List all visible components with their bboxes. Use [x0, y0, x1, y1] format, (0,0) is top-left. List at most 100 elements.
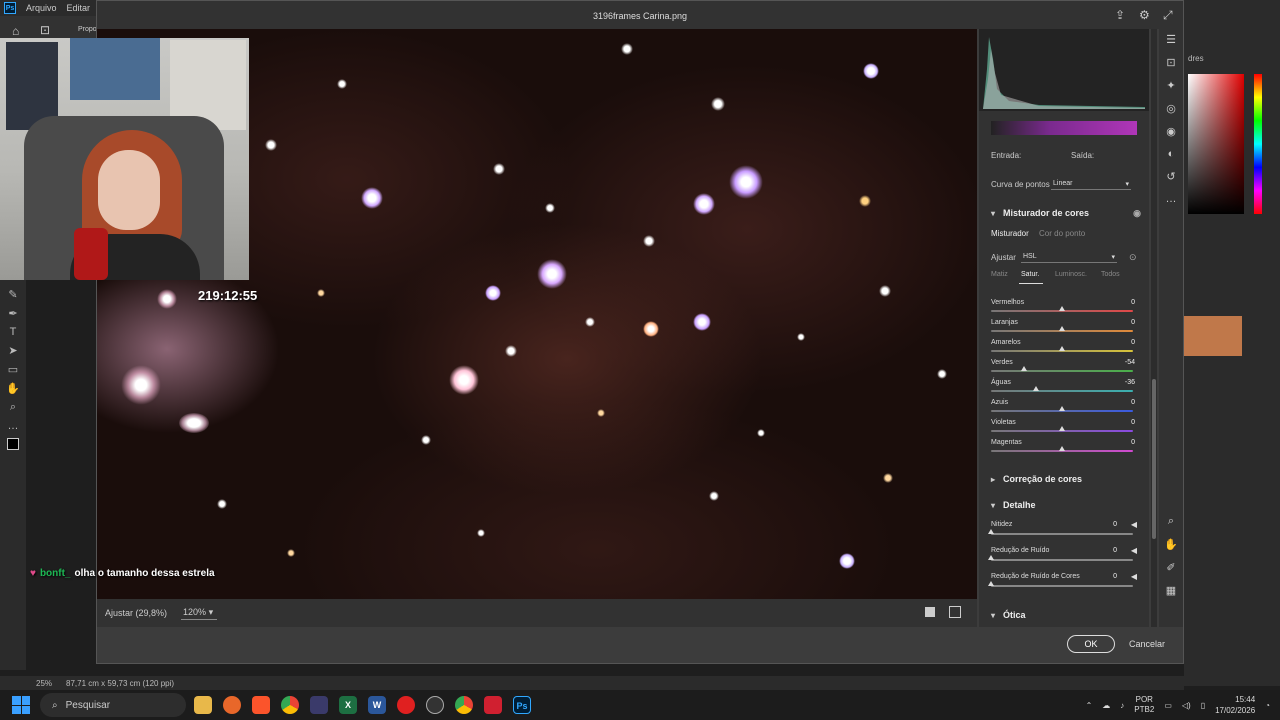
brush-icon[interactable]: ✎: [8, 288, 17, 301]
slider-track[interactable]: [991, 370, 1133, 372]
detail-slider-value[interactable]: 0: [1091, 521, 1117, 528]
language-indicator[interactable]: POR PTB2: [1134, 695, 1154, 715]
select-icon[interactable]: ➤: [8, 344, 17, 357]
export-icon[interactable]: ⇪: [1115, 9, 1127, 21]
compare-view-icon[interactable]: [949, 606, 961, 618]
battery-icon[interactable]: ▯: [1201, 701, 1205, 710]
slider-track[interactable]: [991, 390, 1133, 392]
slider-thumb[interactable]: [1059, 326, 1065, 331]
red-eye-icon[interactable]: ◉: [1166, 125, 1176, 138]
cloud-icon[interactable]: ☁: [1102, 701, 1110, 710]
subtab-matiz[interactable]: Matiz: [991, 271, 1008, 278]
edit-sliders-icon[interactable]: ☰: [1166, 33, 1176, 46]
excel-icon[interactable]: X: [339, 696, 357, 714]
grid-icon[interactable]: ▦: [1166, 584, 1176, 597]
detail-slider-thumb[interactable]: [988, 529, 994, 534]
notifications-icon[interactable]: ◔: [1265, 701, 1270, 710]
hand-tool-icon[interactable]: ✋: [1164, 538, 1178, 551]
tab-misturador[interactable]: Misturador: [991, 229, 1029, 238]
streaming-app-icon[interactable]: [484, 696, 502, 714]
zoom-tool-icon[interactable]: ⌕: [1168, 515, 1174, 528]
optics-section-header[interactable]: ▾ Ótica: [979, 603, 1149, 627]
color-picker[interactable]: [1188, 74, 1244, 214]
detail-slider-value[interactable]: 0: [1091, 573, 1117, 580]
more-options-icon[interactable]: …: [1166, 193, 1177, 205]
slider-thumb[interactable]: [1020, 366, 1027, 371]
crop-icon[interactable]: ⊡: [40, 23, 50, 37]
obs-icon[interactable]: [426, 696, 444, 714]
pen-icon[interactable]: ✒: [8, 307, 17, 320]
slider-thumb[interactable]: [1059, 306, 1065, 311]
fit-zoom-button[interactable]: Ajustar (29,8%): [105, 608, 167, 618]
eye-icon[interactable]: ◉: [1133, 208, 1141, 219]
mixer-section-header[interactable]: ▾ Misturador de cores ◉: [979, 201, 1149, 225]
volume-icon[interactable]: ◁): [1182, 701, 1191, 710]
detail-slider-value[interactable]: 0: [1091, 547, 1117, 554]
zoom-select[interactable]: 120% ▾: [181, 607, 218, 620]
clipping-triangle-icon[interactable]: ◀: [1131, 572, 1137, 581]
target-adjust-icon[interactable]: ⊙: [1129, 252, 1137, 263]
color-swatch-icon[interactable]: [7, 438, 19, 450]
adjust-select[interactable]: HSL ▾: [1021, 252, 1117, 263]
slider-value[interactable]: 0: [1109, 339, 1135, 346]
fullscreen-icon[interactable]: ⤢: [1163, 9, 1175, 21]
gear-icon[interactable]: ⚙: [1139, 9, 1151, 21]
file-explorer-icon[interactable]: [194, 696, 212, 714]
firefox-icon[interactable]: [223, 696, 241, 714]
chevron-up-icon[interactable]: ⌃: [1086, 701, 1093, 710]
chrome-profile-icon[interactable]: [455, 696, 473, 714]
snapshots-icon[interactable]: ↺: [1166, 170, 1175, 183]
slider-value[interactable]: 0: [1109, 419, 1135, 426]
panel-scrollbar[interactable]: [1151, 29, 1157, 627]
photoshop-taskbar-icon[interactable]: Ps: [513, 696, 531, 714]
hand-icon[interactable]: ✋: [6, 382, 20, 395]
detail-slider-track[interactable]: [991, 585, 1133, 587]
menu-arquivo[interactable]: Arquivo: [26, 3, 57, 13]
slider-value[interactable]: -54: [1109, 359, 1135, 366]
subtab-satur[interactable]: Satur.: [1021, 271, 1039, 278]
detail-slider-thumb[interactable]: [988, 555, 994, 560]
healing-icon[interactable]: ✦: [1166, 79, 1175, 92]
subtab-luminosc[interactable]: Luminosc.: [1055, 271, 1087, 278]
slider-value[interactable]: 0: [1109, 319, 1135, 326]
slider-value[interactable]: 0: [1109, 299, 1135, 306]
slider-thumb[interactable]: [1059, 426, 1065, 431]
clipping-triangle-icon[interactable]: ◀: [1131, 546, 1137, 555]
app-icon[interactable]: [310, 696, 328, 714]
network-icon[interactable]: ▭: [1164, 701, 1172, 710]
slider-thumb[interactable]: [1059, 406, 1065, 411]
detail-slider-track[interactable]: [991, 533, 1133, 535]
clock[interactable]: 15:44 17/02/2026: [1215, 694, 1255, 716]
more-icon[interactable]: …: [8, 420, 19, 432]
zoom-icon[interactable]: ⌕: [10, 401, 16, 414]
single-view-icon[interactable]: [925, 607, 935, 617]
taskbar-search[interactable]: ⌕ Pesquisar: [40, 693, 186, 717]
ok-button[interactable]: OK: [1067, 635, 1115, 653]
tab-cor-do-ponto[interactable]: Cor do ponto: [1039, 229, 1085, 238]
menu-editar[interactable]: Editar: [67, 3, 91, 13]
crop-tool-icon[interactable]: ⊡: [1166, 56, 1175, 69]
windows-start-button[interactable]: [12, 696, 30, 714]
detail-slider-track[interactable]: [991, 559, 1133, 561]
slider-value[interactable]: 0: [1109, 439, 1135, 446]
curve-type-select[interactable]: Linear ▾: [1051, 179, 1131, 190]
sampler-icon[interactable]: ✐: [1166, 561, 1175, 574]
slider-value[interactable]: 0: [1109, 399, 1135, 406]
clipping-triangle-icon[interactable]: ◀: [1131, 520, 1137, 529]
presets-icon[interactable]: ◐: [1168, 148, 1175, 160]
type-icon[interactable]: T: [10, 326, 17, 338]
home-icon[interactable]: ⌂: [12, 24, 19, 38]
color-correction-section-header[interactable]: ▸ Correção de cores: [979, 467, 1149, 491]
hue-slider[interactable]: [1254, 74, 1262, 214]
chrome-icon[interactable]: [281, 696, 299, 714]
media-player-icon[interactable]: [397, 696, 415, 714]
tone-curve-strip[interactable]: [991, 121, 1137, 135]
slider-thumb[interactable]: [1033, 386, 1040, 391]
microphone-icon[interactable]: ♪: [1120, 701, 1124, 710]
subtab-todos[interactable]: Todos: [1101, 271, 1120, 278]
cancel-button[interactable]: Cancelar: [1127, 635, 1167, 653]
brave-icon[interactable]: [252, 696, 270, 714]
slider-thumb[interactable]: [1059, 446, 1065, 451]
slider-value[interactable]: -36: [1109, 379, 1135, 386]
slider-thumb[interactable]: [1059, 346, 1065, 351]
